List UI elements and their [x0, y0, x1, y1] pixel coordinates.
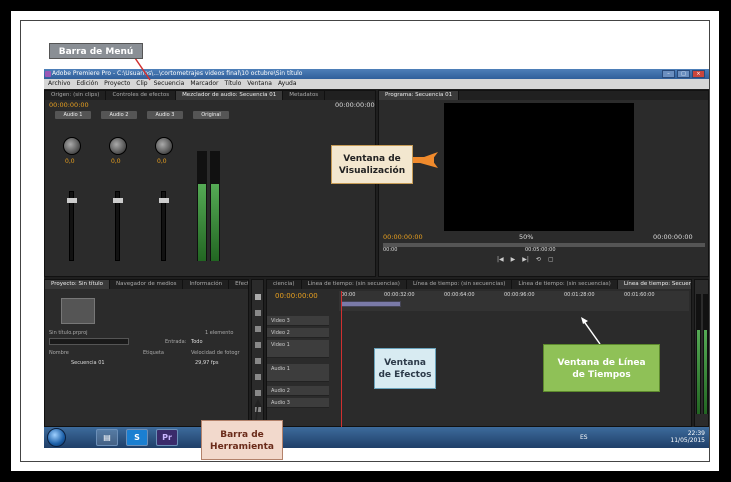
callout-vis-line1: Ventana de: [343, 154, 401, 164]
callout-vis-line2: Visualización: [338, 166, 406, 176]
callout-visualization: Ventana de Visualización: [331, 145, 413, 184]
callout-lt-line2: de Tiempos: [572, 370, 631, 380]
callout-ef-line2: de Efectos: [378, 370, 432, 380]
callout-timeline: Ventana de Línea de Tiempos: [543, 344, 660, 392]
annotation-arrows: [134, 57, 601, 421]
callout-ef-line1: Ventana: [384, 358, 426, 368]
callout-ht-line2: Herramienta: [210, 442, 274, 452]
page: Adobe Premiere Pro - C:\Usuarios\...\cor…: [0, 0, 731, 482]
callout-ht-line1: Barra de: [220, 430, 264, 440]
callout-menu-bar: Barra de Menú: [49, 43, 143, 59]
timeline-arrow: [582, 319, 601, 345]
toolbar-arrow-head: [254, 399, 262, 407]
callout-lt-line1: Ventana de Línea: [557, 358, 646, 368]
callout-toolbar: Barra de Herramienta: [201, 420, 283, 460]
menu-arrow: [134, 57, 151, 81]
visualization-arrow-shaft: [410, 157, 434, 163]
callout-effects: Ventana de Efectos: [374, 348, 436, 389]
timeline-arrow-head: [581, 317, 588, 324]
